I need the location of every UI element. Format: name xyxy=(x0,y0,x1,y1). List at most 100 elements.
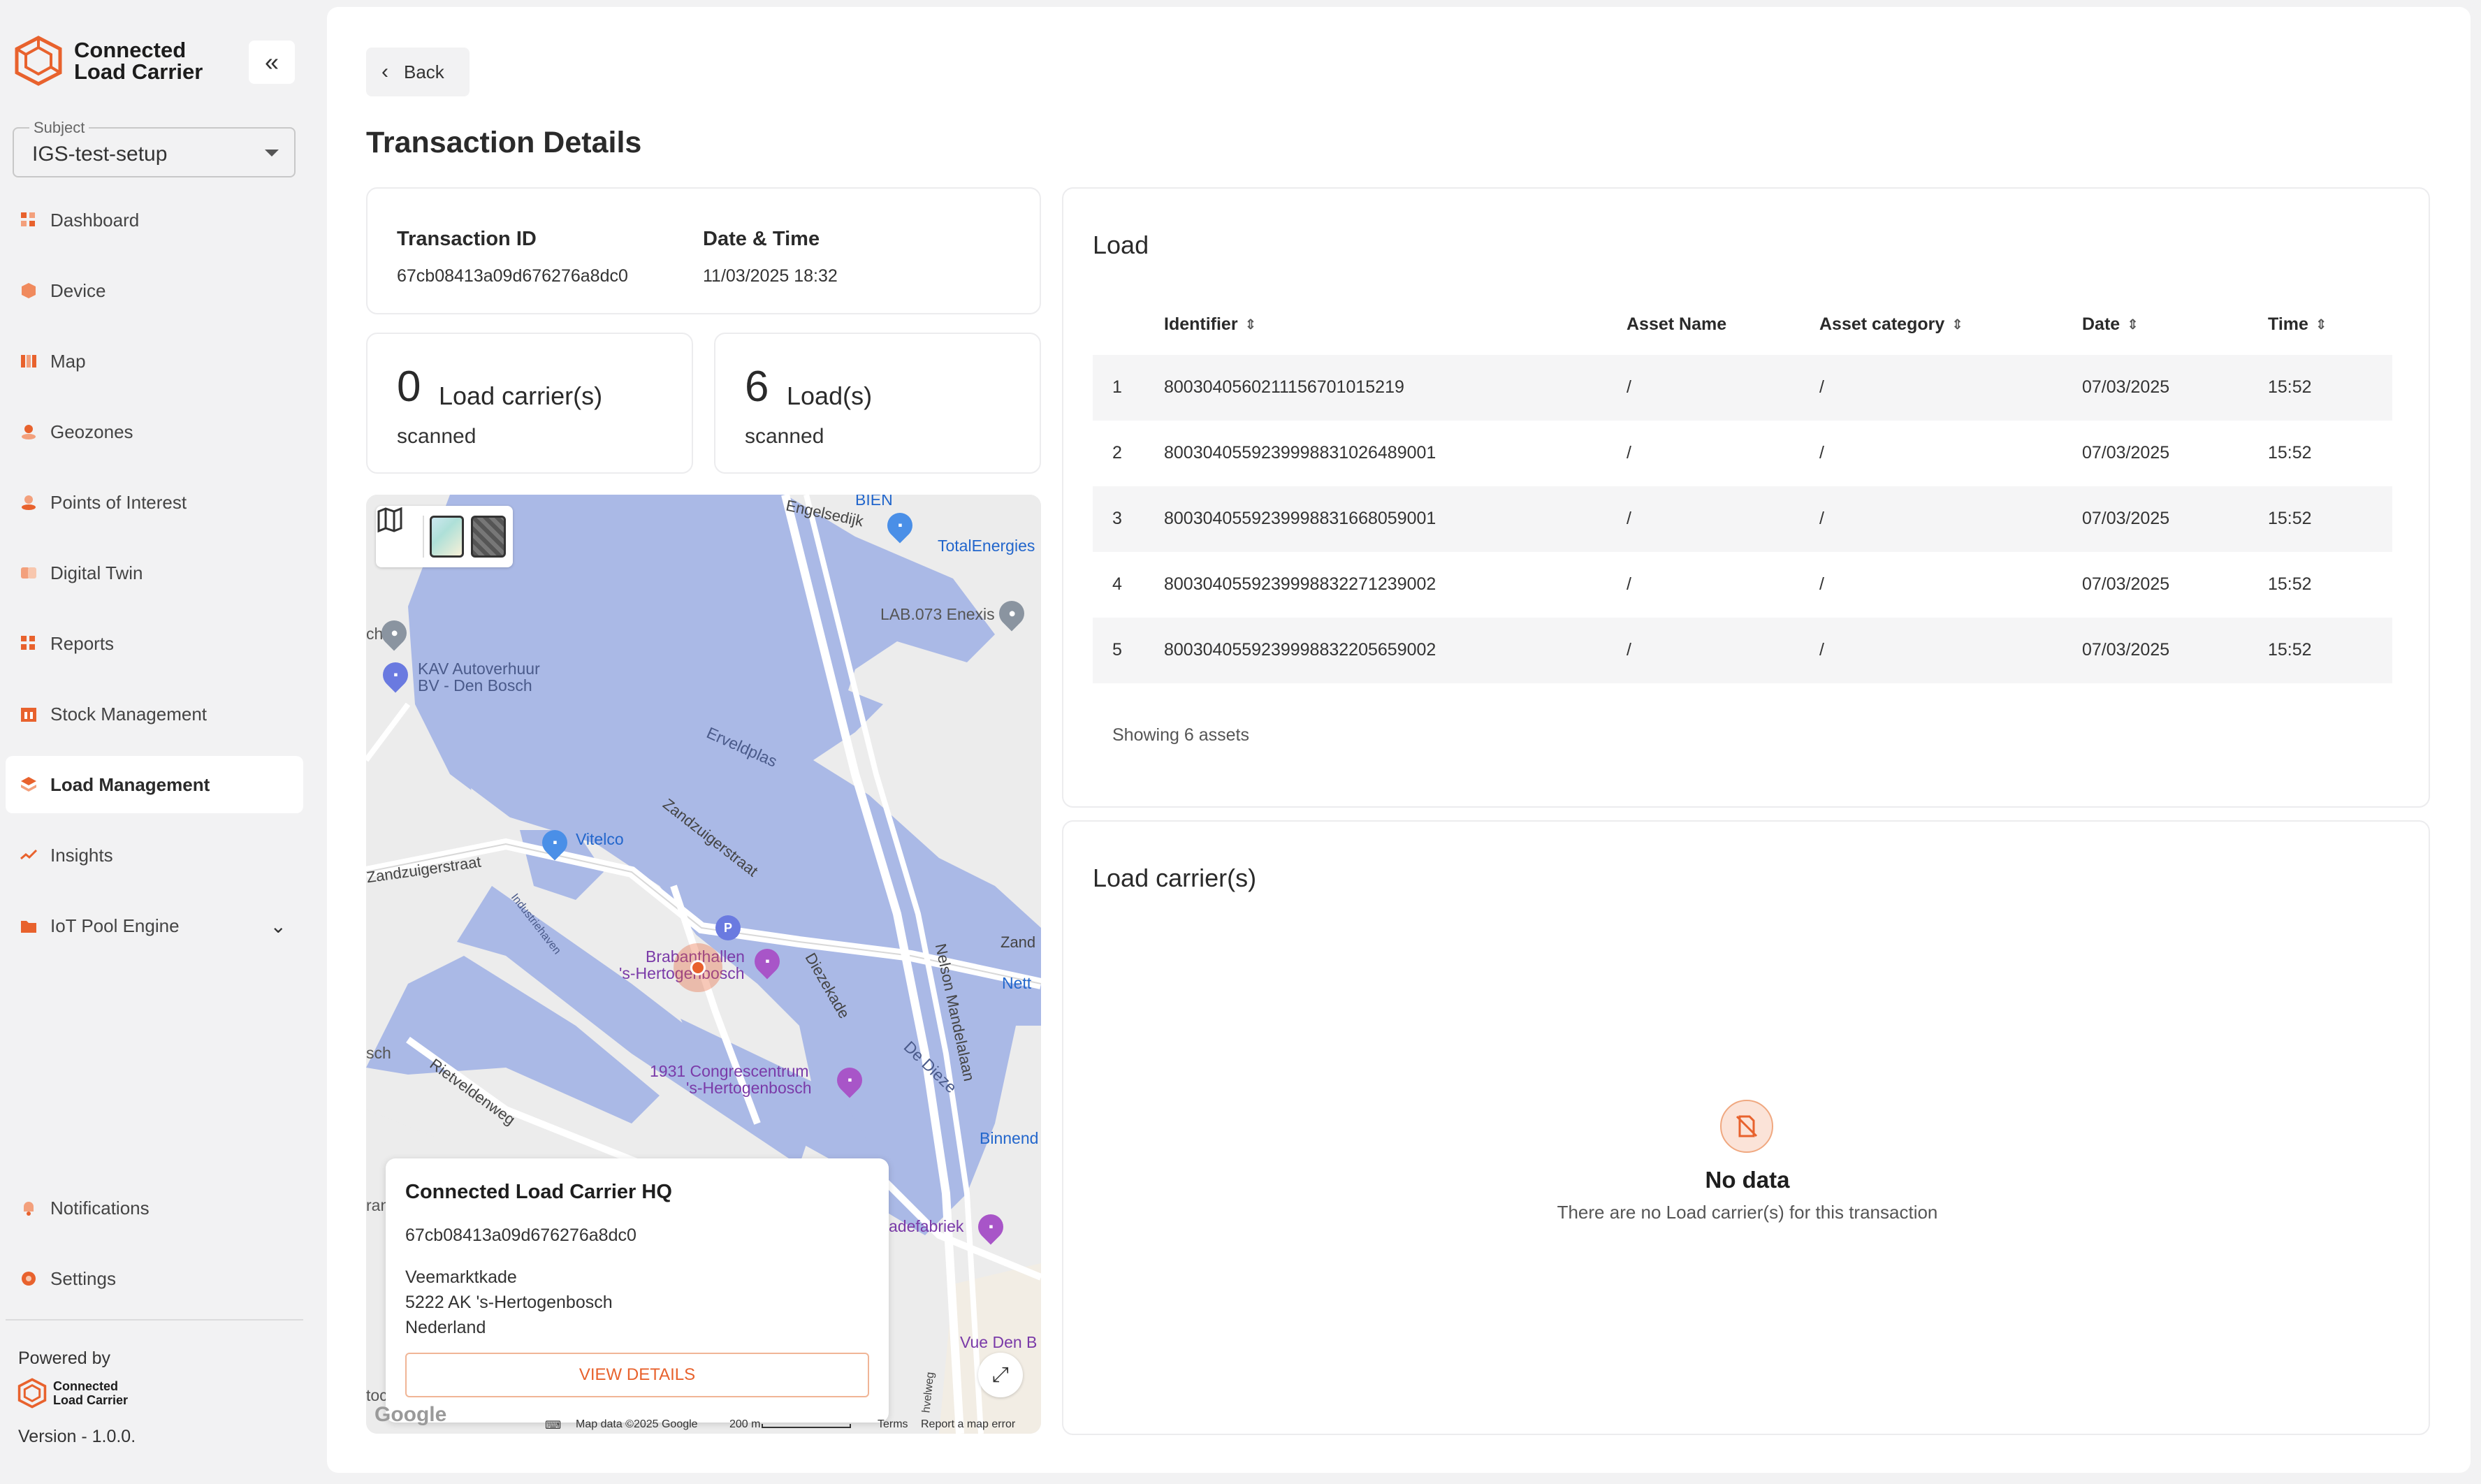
version-label: Version - 1.0.0. xyxy=(18,1427,136,1447)
geozone-icon xyxy=(20,423,38,441)
map-label-kav-line2: BV - Den Bosch xyxy=(418,676,532,695)
sidebar-item-label: Map xyxy=(50,351,86,372)
sidebar-item-map[interactable]: Map xyxy=(6,333,303,390)
cell-time: 15:52 xyxy=(2268,509,2312,529)
map-style-satellite-thumb[interactable] xyxy=(471,516,506,558)
fullscreen-icon[interactable]: ⤢ xyxy=(978,1353,1023,1397)
sidebar-item-insights[interactable]: Insights xyxy=(6,827,303,884)
sidebar-item-stock-management[interactable]: Stock Management xyxy=(6,685,303,743)
sidebar-item-iot-pool-engine[interactable]: IoT Pool Engine ⌄ xyxy=(6,897,303,954)
sidebar-item-geozones[interactable]: Geozones xyxy=(6,403,303,460)
sidebar-item-label: Device xyxy=(50,280,106,302)
map-label-sch: sch xyxy=(366,1044,391,1063)
sidebar-item-digital-twin[interactable]: Digital Twin xyxy=(6,544,303,602)
popup-address: Veemarktkade 5222 AK 's-Hertogenbosch Ne… xyxy=(405,1265,613,1340)
report-map-error-link[interactable]: Report a map error xyxy=(921,1418,1015,1431)
row-number: 4 xyxy=(1112,574,1122,595)
sidebar-item-settings[interactable]: Settings xyxy=(6,1250,303,1307)
back-button[interactable]: ‹ Back xyxy=(366,48,470,96)
row-number: 1 xyxy=(1112,377,1122,398)
cell-asset-category: / xyxy=(1819,443,1824,463)
collapse-sidebar-button[interactable]: « xyxy=(249,41,295,84)
table-row[interactable]: 380030405592399988316680590​01//07/03/20… xyxy=(1093,486,2392,552)
load-icon xyxy=(20,776,38,794)
map-label-lab073: LAB.073 Enexis xyxy=(880,605,995,624)
loads-scanned-label: scanned xyxy=(745,425,824,449)
location-marker-icon[interactable] xyxy=(690,960,706,975)
parking-icon[interactable]: P xyxy=(715,915,741,940)
column-header-time[interactable]: Time⇕ xyxy=(2268,314,2327,335)
sort-icon[interactable]: ⇕ xyxy=(1951,321,1963,328)
sidebar-item-points-of-interest[interactable]: Points of Interest xyxy=(6,474,303,531)
powered-by-label: Powered by xyxy=(18,1348,110,1369)
cell-asset-name: / xyxy=(1627,509,1631,529)
loads-count-card: 6 Load(s) scanned xyxy=(714,333,1041,474)
cell-identifier: 80030405592399988322712390​02 xyxy=(1164,574,1436,595)
sidebar-item-device[interactable]: Device xyxy=(6,262,303,319)
map-style-roadmap-thumb[interactable] xyxy=(430,516,465,558)
map-view[interactable]: BIEN Engelsedijk TotalEnergies LAB.073 E… xyxy=(366,495,1041,1434)
sidebar-item-label: Notifications xyxy=(50,1198,150,1219)
back-label: Back xyxy=(404,61,444,83)
column-header-identifier[interactable]: Identifier⇕ xyxy=(1164,314,1256,335)
popup-address-line3: Nederland xyxy=(405,1315,613,1340)
map-footer: ⌨ Map data ©2025 Google 200 m Terms Repo… xyxy=(366,1416,1041,1434)
column-header-asset-category[interactable]: Asset category⇕ xyxy=(1819,314,1963,335)
table-row[interactable]: 1800304056021115670101521​9//07/03/20251… xyxy=(1093,355,2392,421)
load-card: Load Identifier⇕ Asset Name Asset catego… xyxy=(1062,187,2430,808)
map-label-nette: Nett xyxy=(1002,974,1031,993)
sidebar-item-notifications[interactable]: Notifications xyxy=(6,1179,303,1237)
cell-identifier: 800304056021115670101521​9 xyxy=(1164,377,1404,398)
sort-icon[interactable]: ⇕ xyxy=(2127,321,2139,328)
sort-icon[interactable]: ⇕ xyxy=(2315,321,2327,328)
digital-twin-icon xyxy=(20,564,38,582)
table-row[interactable]: 580030405592399988322056590​02//07/03/20… xyxy=(1093,618,2392,683)
keyboard-icon[interactable]: ⌨ xyxy=(545,1418,561,1432)
logo-line1: Connected xyxy=(74,39,203,61)
dashboard-icon xyxy=(20,211,38,229)
row-number: 3 xyxy=(1112,509,1122,529)
popup-address-line2: 5222 AK 's-Hertogenbosch xyxy=(405,1290,613,1315)
sidebar-item-reports[interactable]: Reports xyxy=(6,615,303,672)
logo-icon xyxy=(13,35,64,87)
map-label-vue-den-bosch: Vue Den B xyxy=(960,1333,1037,1352)
load-carriers-count-label: Load carrier(s) xyxy=(439,381,602,411)
column-header-asset-name: Asset Name xyxy=(1627,314,1726,335)
table-row[interactable]: 280030405592399988310264890​01//07/03/20… xyxy=(1093,421,2392,486)
sidebar: Connected Load Carrier « Subject IGS-tes… xyxy=(0,0,314,1484)
table-row[interactable]: 480030405592399988322712390​02//07/03/20… xyxy=(1093,552,2392,618)
gear-icon xyxy=(20,1270,38,1288)
sidebar-item-dashboard[interactable]: Dashboard xyxy=(6,191,303,249)
map-label-congrescentrum-line1: 1931 Congrescentrum xyxy=(650,1062,809,1081)
app-logo[interactable]: Connected Load Carrier xyxy=(13,35,203,87)
reports-icon xyxy=(20,634,38,653)
map-layers-icon[interactable] xyxy=(386,517,417,556)
map-scale[interactable]: 200 m xyxy=(729,1418,760,1431)
stock-icon xyxy=(20,705,38,723)
cell-time: 15:52 xyxy=(2268,443,2312,463)
cell-identifier: 80030405592399988316680590​01 xyxy=(1164,509,1436,529)
cell-asset-category: / xyxy=(1819,574,1824,595)
map-scale-bar xyxy=(762,1424,851,1428)
table-header: Identifier⇕ Asset Name Asset category⇕ D… xyxy=(1093,292,2401,355)
view-details-button[interactable]: VIEW DETAILS xyxy=(405,1353,869,1397)
subject-value: IGS-test-setup xyxy=(32,143,167,166)
sidebar-item-label: Load Management xyxy=(50,774,210,796)
chevron-down-icon[interactable]: ⌄ xyxy=(270,915,286,938)
cell-asset-name: / xyxy=(1627,443,1631,463)
page-title: Transaction Details xyxy=(366,126,641,160)
sidebar-item-load-management[interactable]: Load Management xyxy=(6,756,303,813)
popup-id: 67cb08413a09d676276a8dc0 xyxy=(405,1225,636,1246)
subject-select[interactable]: Subject IGS-test-setup xyxy=(13,127,296,177)
column-header-date[interactable]: Date⇕ xyxy=(2082,314,2139,335)
sort-icon[interactable]: ⇕ xyxy=(1245,321,1257,328)
row-number: 5 xyxy=(1112,640,1122,660)
powered-logo-line2: Load Carrier xyxy=(53,1393,128,1407)
transaction-id-value: 67cb08413a09d676276a8dc0 xyxy=(397,266,628,286)
map-label-adefabriek: adefabriek xyxy=(889,1217,963,1236)
cell-date: 07/03/2025 xyxy=(2082,443,2169,463)
map-terms-link[interactable]: Terms xyxy=(878,1418,908,1431)
toolbar-separator xyxy=(423,516,424,558)
cell-time: 15:52 xyxy=(2268,574,2312,595)
cell-asset-name: / xyxy=(1627,574,1631,595)
